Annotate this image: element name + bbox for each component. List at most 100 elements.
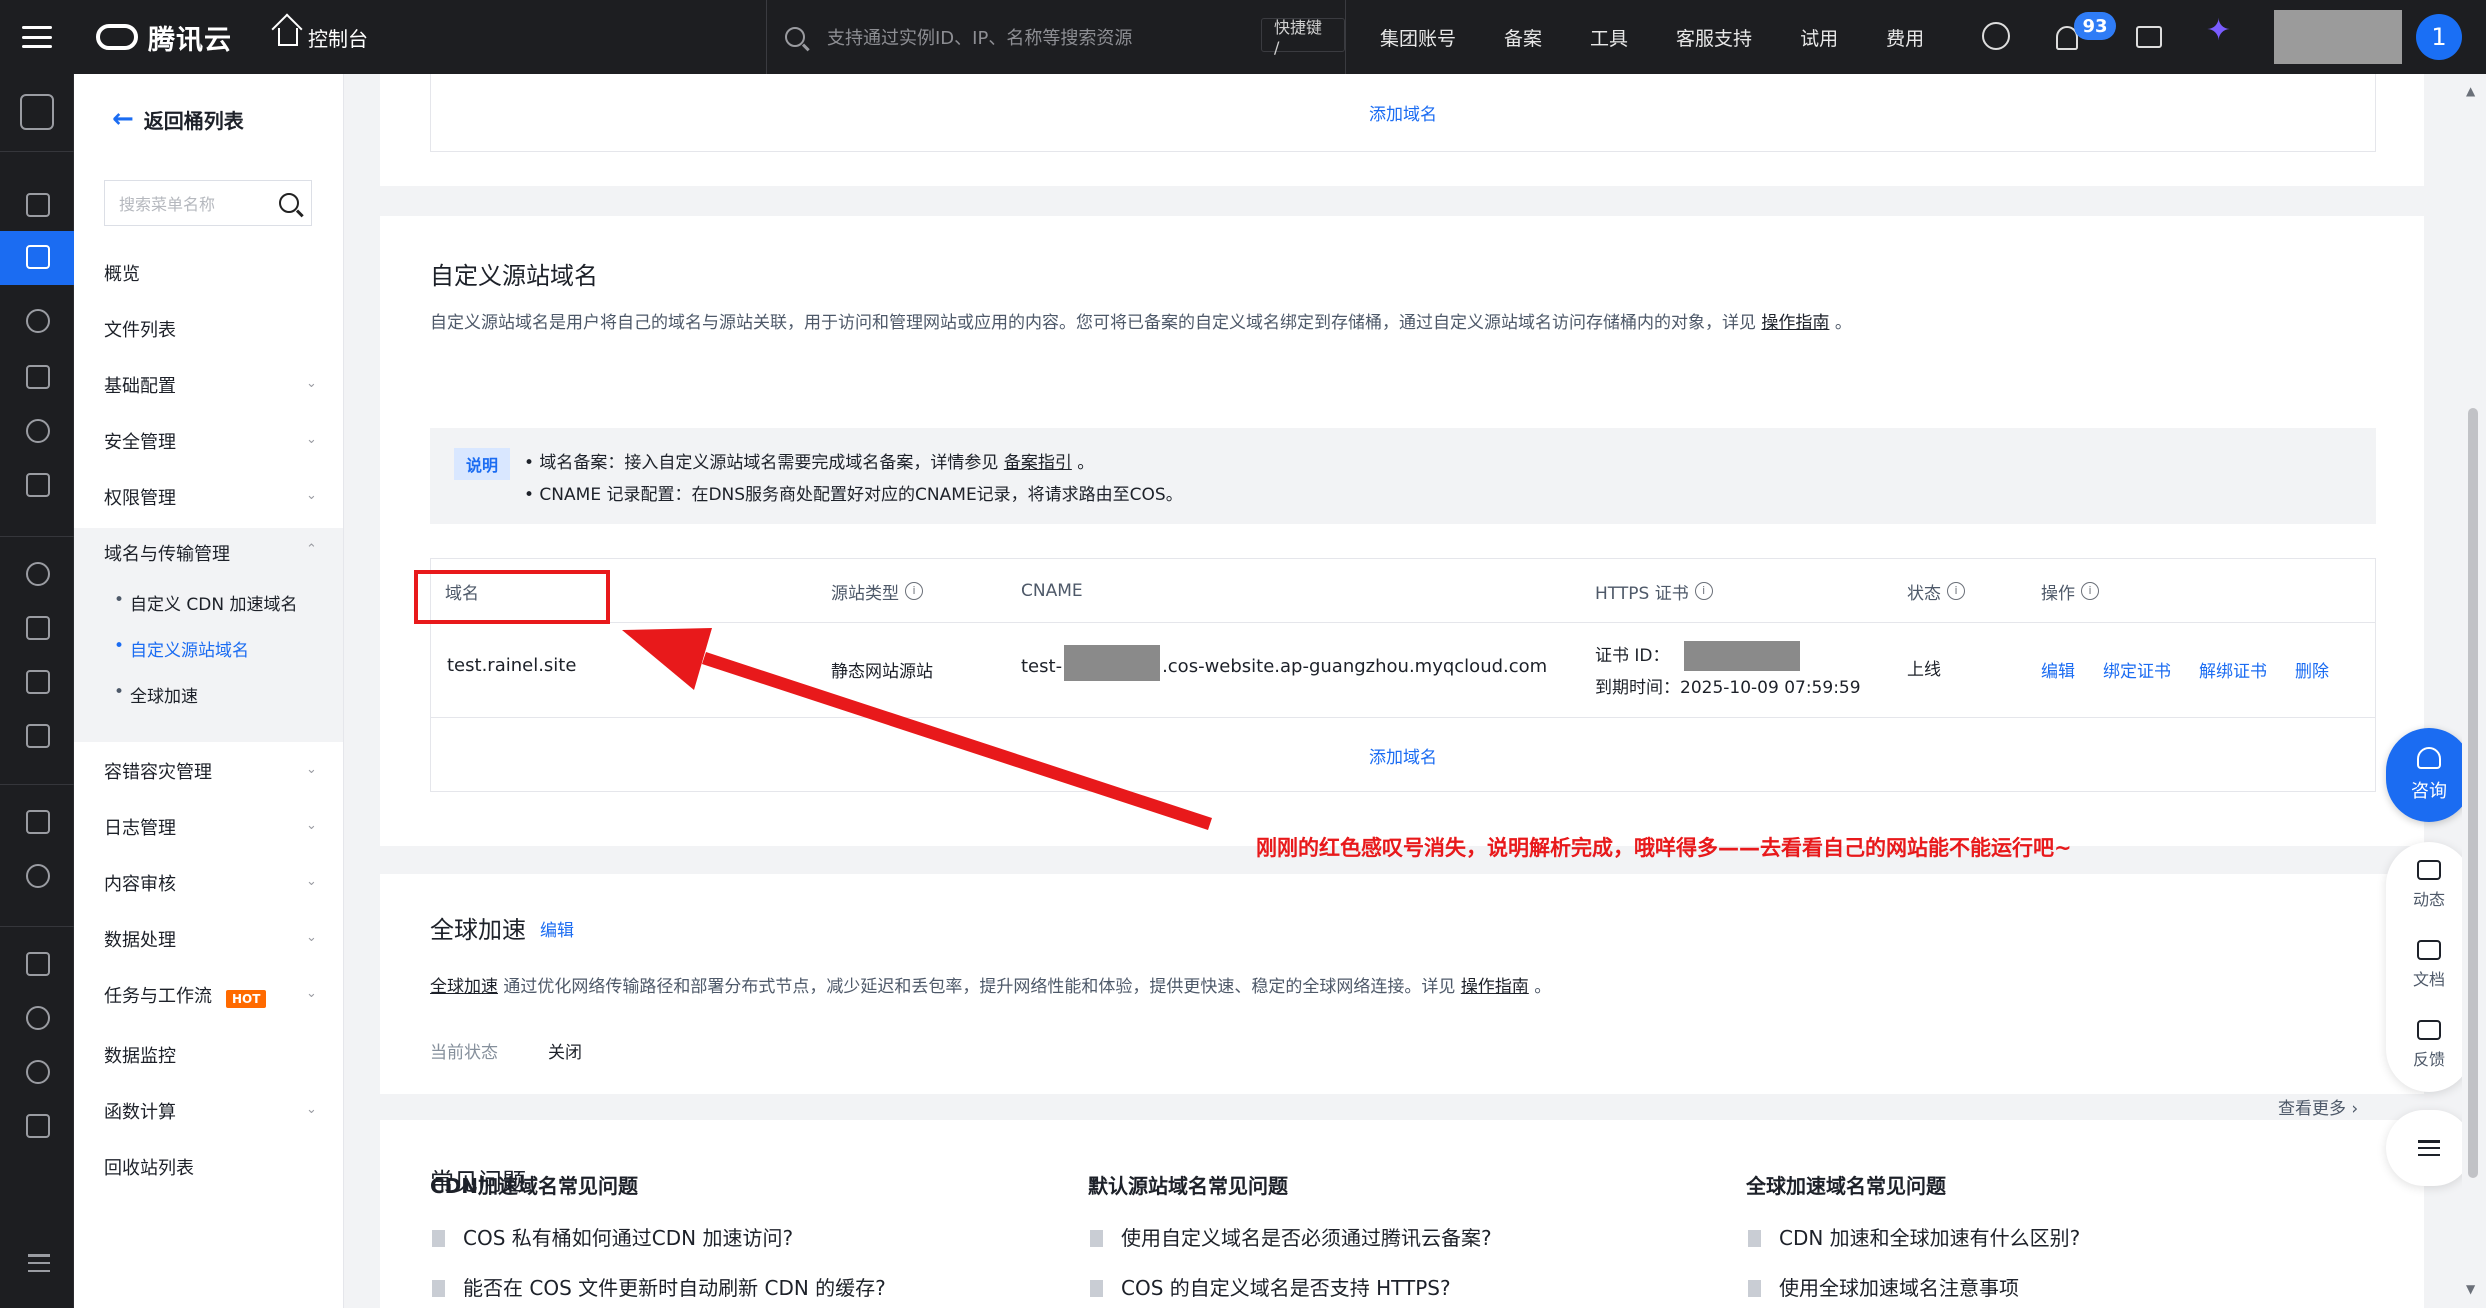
menu-item-security[interactable]: 安全管理 — [104, 428, 176, 454]
dashboard-icon[interactable] — [26, 193, 50, 217]
face-icon[interactable] — [1982, 22, 2010, 50]
sub-item-global-acceleration[interactable]: 全球加速 — [114, 682, 198, 707]
global-acc-link[interactable]: 全球加速 — [430, 977, 498, 997]
menu-item-file-list[interactable]: 文件列表 — [104, 316, 176, 342]
tool-docs[interactable]: 文档 — [2386, 940, 2472, 990]
rail-item-cos-active[interactable] — [0, 231, 74, 285]
faq-item[interactable]: COS 的自定义域名是否支持 HTTPS? — [1090, 1272, 1451, 1301]
filing-guide-link[interactable]: 备案指引 — [1004, 453, 1072, 473]
info-icon[interactable]: i — [1694, 582, 1713, 600]
menu-item-tasks-workflow[interactable]: 任务与工作流 — [104, 982, 212, 1008]
tool-list-button[interactable] — [2386, 1110, 2472, 1186]
check-icon[interactable] — [26, 670, 50, 694]
faq-item[interactable]: 使用全球加速域名注意事项 — [1748, 1272, 2019, 1301]
avatar[interactable]: 1 — [2416, 14, 2462, 60]
main-content: 添加域名 自定义源站域名 自定义源站域名是用户将自己的域名与源站关联，用于访问和… — [344, 74, 2462, 1308]
origin-domain-table: 域名 源站类型 i CNAME HTTPS 证书 i 状态 i 操作 i test.ra… — [430, 558, 2376, 792]
unbind-cert-button[interactable]: 解绑证书 — [2199, 662, 2267, 682]
top-bar: 腾讯云 控制台 支持通过实例ID、IP、名称等搜索资源 快捷键 / 集团账号 备… — [0, 0, 2486, 74]
menu-item-content-review[interactable]: 内容审核 — [104, 870, 176, 896]
cdn-domain-table-footer: 添加域名 — [430, 74, 2376, 152]
faq-item[interactable]: 能否在 COS 文件更新时自动刷新 CDN 的缓存? — [432, 1272, 886, 1301]
menu-item-function-compute[interactable]: 函数计算 — [104, 1098, 176, 1124]
link-icon[interactable] — [26, 309, 50, 333]
brand-logo[interactable]: 腾讯云 — [96, 18, 232, 57]
shortcut-hint: 快捷键 / — [1261, 18, 1345, 57]
nav-billing[interactable]: 费用 — [1886, 24, 1924, 51]
note-line-cname: • CNAME 记录配置：在DNS服务商处配置好对应的CNAME记录，将请求路由… — [524, 485, 1183, 505]
nav-filing[interactable]: 备案 — [1504, 24, 1542, 51]
search-icon[interactable] — [279, 193, 299, 213]
menu-item-logs[interactable]: 日志管理 — [104, 814, 176, 840]
sparkle-icon[interactable]: ✦ — [2206, 16, 2231, 46]
global-search[interactable]: 支持通过实例ID、IP、名称等搜索资源 快捷键 / — [766, 0, 1346, 74]
domain-cell: test.rainel.site — [447, 655, 577, 676]
cert-id-label: 证书 ID： — [1595, 646, 1670, 666]
menu-item-data-processing[interactable]: 数据处理 — [104, 926, 176, 952]
add-cdn-domain-button[interactable]: 添加域名 — [1369, 100, 1437, 125]
menu-item-basic-config[interactable]: 基础配置 — [104, 372, 176, 398]
edit-button[interactable]: 编辑 — [2041, 662, 2075, 682]
pie-icon[interactable] — [26, 419, 50, 443]
tree-icon[interactable] — [26, 616, 50, 640]
book-icon — [2417, 940, 2441, 960]
delete-button[interactable]: 删除 — [2295, 662, 2329, 682]
guide-link[interactable]: 操作指南 — [1461, 977, 1529, 997]
nav-trial[interactable]: 试用 — [1800, 24, 1838, 51]
report-icon[interactable] — [26, 473, 50, 497]
search-doc-icon[interactable] — [26, 864, 50, 888]
menu-search-input[interactable]: 搜索菜单名称 — [104, 180, 312, 226]
scroll-up-icon[interactable]: ▲ — [2466, 84, 2475, 98]
bind-cert-button[interactable]: 绑定证书 — [2103, 662, 2171, 682]
consult-label: 咨询 — [2411, 781, 2447, 802]
desc-text: 通过优化网络传输路径和部署分布式节点，减少延迟和丢包率，提升网络性能和体验，提供… — [503, 977, 1456, 997]
menu-item-permissions[interactable]: 权限管理 — [104, 484, 176, 510]
menu-item-domain-transfer[interactable]: 域名与传输管理 — [104, 540, 230, 566]
menu-item-overview[interactable]: 概览 — [104, 260, 140, 286]
menu-item-disaster-recovery[interactable]: 容错容灾管理 — [104, 758, 212, 784]
scrollbar-thumb[interactable] — [2468, 408, 2478, 1178]
file-icon[interactable] — [26, 952, 50, 976]
info-icon[interactable]: i — [1947, 582, 1965, 600]
nav-tools[interactable]: 工具 — [1590, 24, 1628, 51]
note-suffix: 。 — [1077, 453, 1095, 473]
scroll-down-icon[interactable]: ▼ — [2466, 1282, 2475, 1296]
monitor-icon[interactable] — [26, 562, 50, 586]
pulse-icon[interactable] — [26, 1060, 50, 1084]
cube-icon[interactable] — [20, 94, 54, 130]
status-value: 关闭 — [548, 1043, 582, 1063]
faq-item[interactable]: COS 私有桶如何通过CDN 加速访问? — [432, 1222, 793, 1251]
sub-item-origin-domain[interactable]: 自定义源站域名 — [114, 636, 249, 661]
sub-item-cdn-domain[interactable]: 自定义 CDN 加速域名 — [114, 590, 297, 615]
card-icon[interactable] — [2136, 26, 2162, 48]
menu-item-data-monitor[interactable]: 数据监控 — [104, 1042, 176, 1068]
global-description: 全球加速 通过优化网络传输路径和部署分布式节点，减少延迟和丢包率，提升网络性能和… — [430, 972, 1551, 997]
menu-item-recycle-bin[interactable]: 回收站列表 — [104, 1154, 194, 1180]
add-origin-domain-button[interactable]: 添加域名 — [1369, 743, 1437, 768]
guide-link[interactable]: 操作指南 — [1761, 313, 1829, 333]
tool-feedback[interactable]: 反馈 — [2386, 1020, 2472, 1070]
col-label: 状态 — [1907, 583, 1941, 604]
collapse-icon[interactable] — [28, 1254, 50, 1272]
console-link[interactable]: 控制台 — [278, 23, 368, 52]
box-icon[interactable] — [26, 1114, 50, 1138]
shield-icon[interactable] — [26, 1006, 50, 1030]
menu-icon[interactable] — [0, 0, 74, 74]
info-icon[interactable]: i — [905, 582, 923, 600]
edit-global-button[interactable]: 编辑 — [540, 916, 574, 941]
info-icon[interactable]: i — [2081, 582, 2099, 600]
trash-icon[interactable] — [26, 810, 50, 834]
consult-button[interactable]: 咨询 — [2386, 728, 2472, 822]
home-icon — [278, 28, 298, 46]
storage-icon[interactable] — [26, 724, 50, 748]
faq-item[interactable]: CDN 加速和全球加速有什么区别? — [1748, 1222, 2080, 1251]
nav-group-account[interactable]: 集团账号 — [1380, 24, 1456, 51]
calendar-icon[interactable] — [26, 365, 50, 389]
tool-updates[interactable]: 动态 — [2386, 860, 2472, 910]
view-more-link[interactable]: 查看更多 › — [2278, 1094, 2358, 1119]
back-to-bucket-list[interactable]: ← 返回桶列表 — [112, 104, 244, 134]
faq-item[interactable]: 使用自定义域名是否必须通过腾讯云备案? — [1090, 1222, 1492, 1251]
arrow-left-icon: ← — [112, 104, 134, 134]
account-name-redacted[interactable] — [2274, 10, 2402, 64]
nav-support[interactable]: 客服支持 — [1676, 24, 1752, 51]
